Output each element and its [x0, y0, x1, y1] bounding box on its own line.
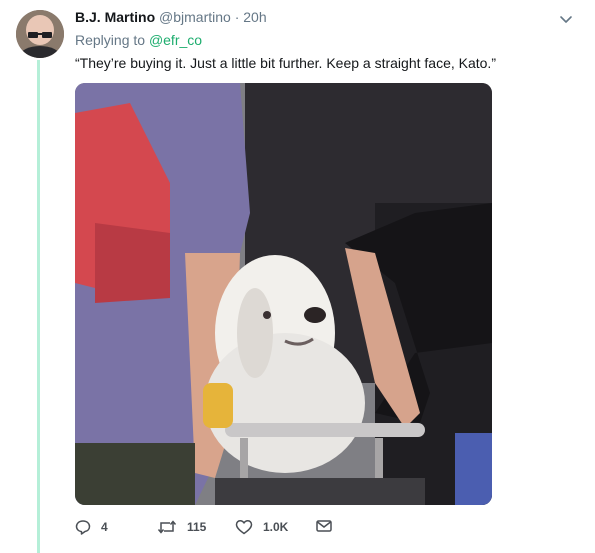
retweet-icon	[157, 520, 177, 534]
replying-to: Replying to @efr_co	[75, 31, 202, 49]
author-name[interactable]: B.J. Martino	[75, 9, 155, 25]
direct-message-button[interactable]	[316, 519, 332, 533]
like-button[interactable]: 1.0K	[235, 519, 288, 535]
tweet-text: “They’re buying it. Just a little bit fu…	[75, 55, 496, 71]
like-count: 1.0K	[263, 520, 289, 534]
tweet-media[interactable]	[75, 83, 492, 505]
reply-mention-link[interactable]: @efr_co	[149, 32, 202, 48]
avatar-photo	[16, 10, 64, 58]
avatar[interactable]	[16, 10, 64, 58]
chevron-down-icon[interactable]	[559, 12, 573, 26]
reply-button[interactable]: 4	[75, 519, 108, 535]
thread-line	[37, 60, 40, 553]
envelope-icon	[316, 520, 332, 532]
separator-dot: ·	[234, 9, 240, 25]
retweet-button[interactable]: 115	[157, 519, 206, 535]
replying-prefix: Replying to	[75, 32, 146, 48]
photo-of-dog-in-cart	[75, 83, 492, 505]
retweet-count: 115	[187, 520, 207, 534]
heart-icon	[235, 520, 253, 535]
reply-icon	[75, 520, 91, 535]
author-handle[interactable]: @bjmartino	[159, 9, 231, 25]
reply-count: 4	[101, 520, 108, 534]
tweet-actions: 4 115 1.0K	[75, 519, 375, 539]
tweet-header: B.J. Martino @bjmartino · 20h	[75, 8, 575, 26]
tweet-time[interactable]: 20h	[243, 9, 266, 25]
